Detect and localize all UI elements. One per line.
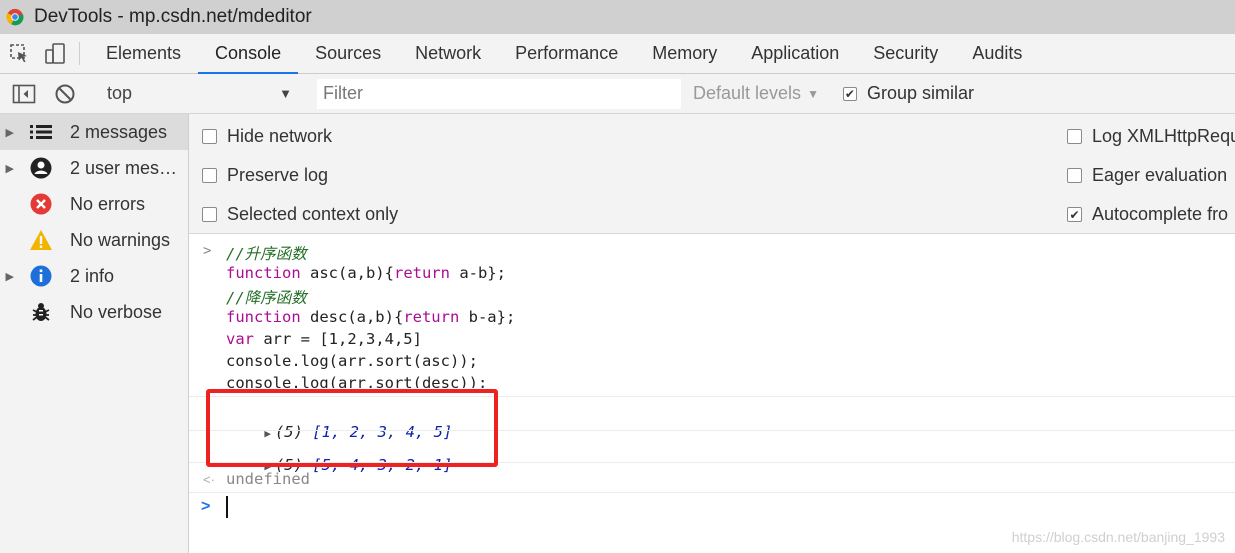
code-line: //升序函数 [226, 245, 307, 263]
title-bar: DevTools - mp.csdn.net/mdeditor [0, 0, 1235, 34]
sidebar-item-errors[interactable]: No errors [0, 186, 188, 222]
autocomplete-label: Autocomplete fro [1092, 204, 1229, 224]
expand-arrow-icon[interactable]: ▶ [0, 126, 20, 139]
hide-network-label: Hide network [227, 126, 333, 146]
chrome-logo-icon [6, 8, 24, 26]
sidebar-item-label: 2 user mess… [70, 157, 178, 178]
eager-evaluation-checkbox[interactable] [1067, 168, 1082, 183]
tab-sources[interactable]: Sources [298, 34, 398, 73]
sidebar-item-label: No warnings [70, 229, 171, 250]
dropdown-arrow-icon: ▼ [807, 86, 819, 101]
sidebar-item-messages[interactable]: ▶ 2 messages [0, 114, 188, 150]
console-output[interactable]: > //升序函数 function asc(a,b){return a-b}; … [189, 234, 1235, 553]
info-icon [24, 265, 58, 287]
eager-evaluation-option[interactable]: Eager evaluation [1067, 165, 1227, 186]
eager-evaluation-label: Eager evaluation [1092, 165, 1228, 185]
log-xhr-option[interactable]: Log XMLHttpRequ [1067, 126, 1235, 147]
sidebar-item-label: No verbose [70, 301, 163, 322]
code-line: console.log(arr.sort(asc)); [226, 352, 478, 370]
code-line: function desc(a,b){return b-a}; [226, 308, 516, 326]
warning-icon [24, 229, 58, 251]
context-selector[interactable]: top ▼ [103, 80, 298, 108]
tab-performance[interactable]: Performance [498, 34, 635, 73]
log-xhr-label: Log XMLHttpRequ [1092, 126, 1235, 146]
tab-audits[interactable]: Audits [955, 34, 1039, 73]
dropdown-arrow-icon: ▼ [279, 86, 292, 101]
tab-elements[interactable]: Elements [89, 34, 198, 73]
expand-arrow-icon[interactable]: ▶ [0, 162, 20, 175]
sidebar-item-label: 2 messages [70, 121, 168, 142]
sidebar-item-verbose[interactable]: No verbose [0, 294, 188, 330]
group-similar-label: Group similar [866, 83, 974, 103]
selected-context-label: Selected context only [227, 204, 399, 224]
selected-context-option[interactable]: Selected context only [202, 204, 398, 225]
preserve-log-label: Preserve log [227, 165, 329, 185]
console-sidebar: ▶ 2 messages ▶ 2 user mess… No errors No… [0, 114, 189, 553]
return-value-icon: <· [203, 472, 215, 487]
highlight-annotation-box [206, 389, 498, 467]
sidebar-item-user-messages[interactable]: ▶ 2 user mess… [0, 150, 188, 186]
row-divider [189, 492, 1235, 493]
code-line: function asc(a,b){return a-b}; [226, 264, 506, 282]
sidebar-item-warnings[interactable]: No warnings [0, 222, 188, 258]
user-icon [24, 157, 58, 179]
sidebar-item-label: No errors [70, 193, 146, 214]
tab-network[interactable]: Network [398, 34, 498, 73]
preserve-log-option[interactable]: Preserve log [202, 165, 328, 186]
return-value: undefined [226, 470, 310, 488]
prompt-chevron-icon: > [201, 498, 211, 515]
console-settings-panel: Hide network Preserve log Selected conte… [189, 114, 1235, 234]
filter-input[interactable] [317, 78, 681, 109]
clear-console-icon[interactable] [48, 83, 82, 105]
hide-network-checkbox[interactable] [202, 129, 217, 144]
console-toolbar: top ▼ Default levels ▼ ✔ Group similar [0, 74, 1235, 114]
error-icon [24, 193, 58, 215]
console-prompt-cursor[interactable] [226, 496, 228, 518]
watermark: https://blog.csdn.net/banjing_1993 [1011, 529, 1225, 545]
group-similar-checkbox[interactable]: ✔ [842, 86, 857, 101]
autocomplete-checkbox[interactable]: ✔ [1067, 207, 1082, 222]
tab-application[interactable]: Application [734, 34, 856, 73]
bug-icon [24, 301, 58, 323]
code-line: console.log(arr.sort(desc)); [226, 374, 488, 388]
group-similar-option[interactable]: ✔ Group similar [842, 83, 974, 104]
code-line: //降序函数 [226, 289, 307, 307]
sidebar-item-label: 2 info [70, 265, 115, 286]
hide-network-option[interactable]: Hide network [202, 126, 332, 147]
inspect-element-icon[interactable] [0, 34, 40, 73]
toolbar-divider [79, 42, 80, 65]
context-value: top [107, 83, 133, 103]
log-levels-dropdown[interactable]: Default levels ▼ [693, 83, 819, 104]
selected-context-checkbox[interactable] [202, 207, 217, 222]
expand-arrow-icon[interactable]: ▶ [0, 270, 20, 283]
tab-memory[interactable]: Memory [635, 34, 734, 73]
tab-console[interactable]: Console [198, 34, 299, 74]
tab-security[interactable]: Security [856, 34, 955, 73]
sidebar-toggle-icon[interactable] [0, 84, 48, 104]
code-line: var arr = [1,2,3,4,5] [226, 330, 422, 348]
autocomplete-option[interactable]: ✔ Autocomplete fro [1067, 204, 1228, 225]
sidebar-item-info[interactable]: ▶ 2 info [0, 258, 188, 294]
list-icon [24, 124, 58, 140]
preserve-log-checkbox[interactable] [202, 168, 217, 183]
device-toolbar-icon[interactable] [40, 34, 70, 73]
log-levels-label: Default levels [693, 83, 802, 103]
devtools-tabbar: Elements Console Sources Network Perform… [0, 34, 1235, 74]
window-title: DevTools - mp.csdn.net/mdeditor [34, 6, 312, 27]
input-echo-chevron-icon: > [203, 243, 212, 259]
log-xhr-checkbox[interactable] [1067, 129, 1082, 144]
